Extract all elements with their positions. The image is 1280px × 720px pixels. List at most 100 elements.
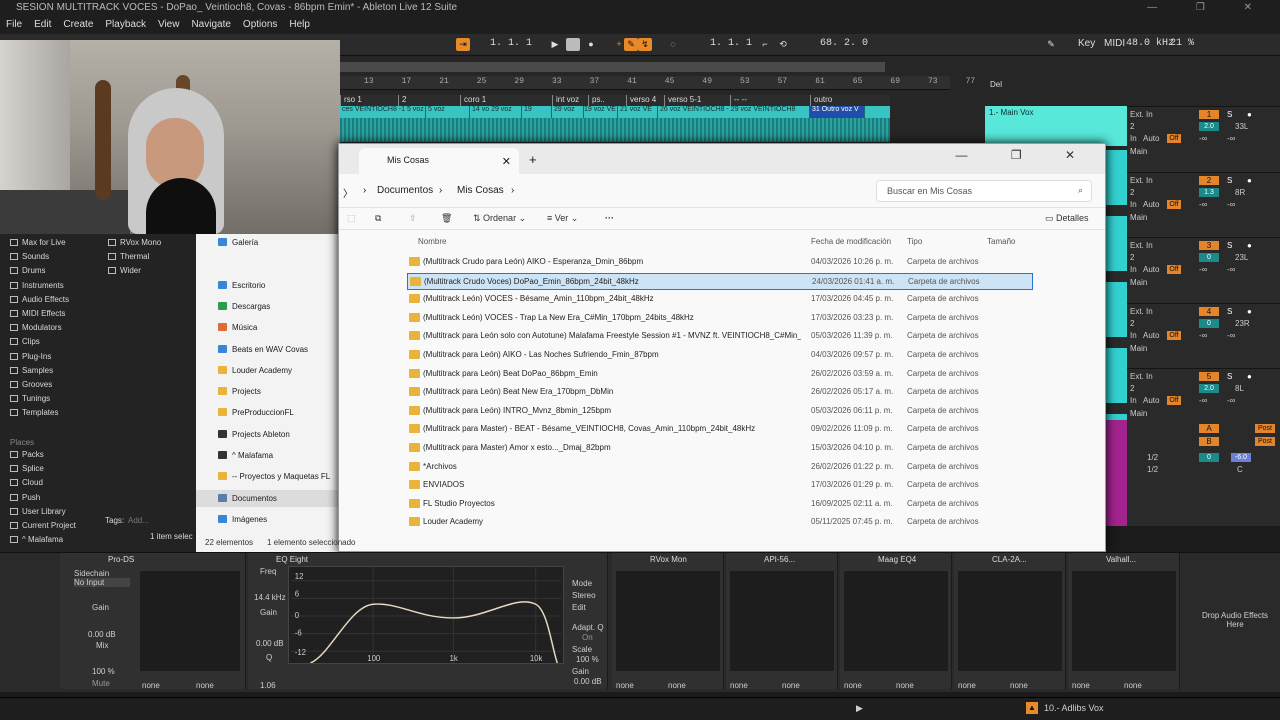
device-plugin[interactable]: Valhall... none none (1068, 553, 1180, 690)
scale-value[interactable]: 100 % (576, 655, 599, 664)
send-value[interactable]: -∞ (1199, 200, 1207, 209)
delete-button[interactable]: Del (990, 80, 1002, 89)
browser-category[interactable]: Clips (10, 337, 40, 346)
output-select[interactable]: Main (1130, 409, 1147, 418)
browser-collection[interactable]: Wider (108, 266, 141, 275)
file-row[interactable]: (Multitrack para Master) - BEAT - Bésame… (407, 421, 1033, 438)
file-row[interactable]: ENVIADOS 17/03/2026 01:29 p. m. Carpeta de… (407, 477, 1033, 494)
monitor-in[interactable]: In (1130, 265, 1137, 274)
file-row[interactable]: (Multitrack Crudo para León) AIKO - Espe… (407, 254, 1033, 271)
browser-category[interactable]: MIDI Effects (10, 309, 65, 318)
clip-lane[interactable]: ces VEINTIOCH8 -1 5 voz 5 voz 14 vo 29 voz… (340, 106, 890, 118)
menu-item-edit[interactable]: Edit (34, 16, 51, 34)
follow-button[interactable]: ⇥ (456, 38, 470, 51)
solo-button[interactable]: S (1227, 241, 1232, 250)
pan-value[interactable]: 23L (1235, 253, 1248, 262)
output-select[interactable]: Main (1130, 278, 1147, 287)
monitor-auto[interactable]: Auto (1143, 331, 1159, 340)
view-button[interactable]: ≡ Ver ⌄ (547, 213, 578, 224)
monitor-off[interactable]: Off (1167, 199, 1181, 209)
audio-clip[interactable]: 19 (522, 106, 552, 118)
monitor-in[interactable]: In (1130, 396, 1137, 405)
master-channel[interactable]: 1/2 (1147, 453, 1158, 462)
file-row[interactable]: (Multitrack para León solo con Autotune)… (407, 328, 1033, 345)
monitor-in[interactable]: In (1130, 331, 1137, 340)
nav-item[interactable]: Galería (218, 238, 258, 247)
browser-category[interactable]: Drums (10, 266, 46, 275)
volume-value[interactable]: 0 (1199, 253, 1219, 262)
track-activator[interactable]: 1 (1199, 110, 1219, 119)
gain2-value[interactable]: 0.00 dB (574, 677, 602, 686)
return-post-button[interactable]: Post (1255, 437, 1275, 446)
key-map-button[interactable]: Key (1078, 38, 1095, 49)
device-plugin[interactable]: CLA-2A... none none (954, 553, 1066, 690)
file-row[interactable]: *Archivos 26/02/2026 01:22 p. m. Carpeta d… (407, 459, 1033, 476)
locator[interactable]: coro 1 (460, 95, 486, 106)
audio-clip[interactable]: 29 voz (552, 106, 584, 118)
device-plugin[interactable]: Maag EQ4 none none (840, 553, 952, 690)
browser-place[interactable]: User Library (10, 507, 66, 516)
input-type-select[interactable]: Ext. In (1130, 307, 1153, 316)
nav-item[interactable]: Música📌 (218, 323, 382, 332)
file-row[interactable]: FL Studio Proyectos 16/09/2025 02:11 a. m… (407, 496, 1033, 513)
window-controls[interactable]: — ❐ ✕ (1147, 0, 1270, 16)
new-tab-icon[interactable]: + (529, 152, 537, 167)
return-activator[interactable]: B (1199, 437, 1219, 446)
volume-value[interactable]: 2.0 (1199, 122, 1219, 131)
send-value[interactable]: -∞ (1227, 200, 1235, 209)
sidechain-select[interactable]: none (958, 681, 976, 690)
menu-item-view[interactable]: View (158, 16, 180, 34)
arm-button[interactable]: ● (1247, 241, 1252, 250)
nav-item[interactable]: Projects Ableton📌 (218, 430, 382, 439)
send-value[interactable]: -∞ (1199, 265, 1207, 274)
output-select[interactable]: Main (1130, 147, 1147, 156)
input-channel-select[interactable]: 2 (1130, 319, 1134, 328)
pan-value[interactable]: 23R (1235, 319, 1250, 328)
locator[interactable]: verso 5-1 (664, 95, 701, 106)
sidechain-select[interactable]: none (896, 681, 914, 690)
automation-arm-icon[interactable]: ✎ (624, 38, 638, 51)
nav-item[interactable]: PreProduccionFL📌 (218, 408, 382, 417)
browser-collection[interactable]: RVox Mono (108, 238, 161, 247)
track-activator[interactable]: 3 (1199, 241, 1219, 250)
share-icon[interactable]: ⇪ (409, 213, 417, 224)
play-icon[interactable]: ▶ (856, 703, 863, 714)
arm-button[interactable]: ● (1247, 372, 1252, 381)
audio-clip[interactable]: 19 voz VE (582, 106, 618, 118)
input-type-select[interactable]: Ext. In (1130, 110, 1153, 119)
stereo-select[interactable]: Stereo (572, 591, 596, 600)
browser-category[interactable]: Plug-Ins (10, 352, 51, 361)
punch-in-icon[interactable]: ⌐ (758, 38, 772, 51)
record-icon[interactable]: ● (584, 38, 598, 51)
locator[interactable]: int voz (552, 95, 579, 106)
master-db[interactable]: -6.0 (1231, 453, 1251, 462)
send-value[interactable]: -∞ (1227, 396, 1235, 405)
monitor-in[interactable]: In (1130, 134, 1137, 143)
capture-icon[interactable]: ◌ (666, 38, 680, 51)
input-type-select[interactable]: Ext. In (1130, 372, 1153, 381)
sidechain-select[interactable]: none (616, 681, 634, 690)
device-plugin[interactable]: RVox Mon none none (612, 553, 724, 690)
file-row[interactable]: (Multitrack León) VOCES - Bésame_Amin_11… (407, 291, 1033, 308)
audio-clip[interactable]: ces VEINTIOCH8 -1 5 voz (340, 106, 426, 118)
sidechain-select[interactable]: none (196, 681, 214, 690)
file-row[interactable]: Louder Academy 05/11/2025 07:45 p. m. Carp… (407, 514, 1033, 531)
file-row[interactable]: (Multitrack para León) Beat DoPao_86bpm_… (407, 366, 1033, 383)
audio-clip[interactable]: 21 voz VE (618, 106, 658, 118)
browser-place[interactable]: Push (10, 493, 40, 502)
input-channel-select[interactable]: 2 (1130, 122, 1134, 131)
browser-category[interactable]: Modulators (10, 323, 62, 332)
device-pro-ds[interactable]: Pro-DS Sidechain No Input Gain 0.00 dB M… (60, 553, 246, 689)
solo-button[interactable]: S (1227, 307, 1232, 316)
stop-icon[interactable] (566, 38, 580, 51)
master-volume[interactable]: 0 (1199, 453, 1219, 462)
browser-place[interactable]: Current Project (10, 521, 76, 530)
midi-map-button[interactable]: MIDI (1104, 38, 1125, 49)
browser-place[interactable]: Cloud (10, 478, 43, 487)
chevron-right-icon[interactable]: › (511, 185, 514, 196)
device-plugin[interactable]: API-56... none none (726, 553, 838, 690)
input-type-select[interactable]: Ext. In (1130, 176, 1153, 185)
send-value[interactable]: -∞ (1199, 134, 1207, 143)
eq-curve-display[interactable]: 12 6 0 -6 -12 100 1k 10k (288, 566, 564, 664)
browser-place[interactable]: Splice (10, 464, 44, 473)
